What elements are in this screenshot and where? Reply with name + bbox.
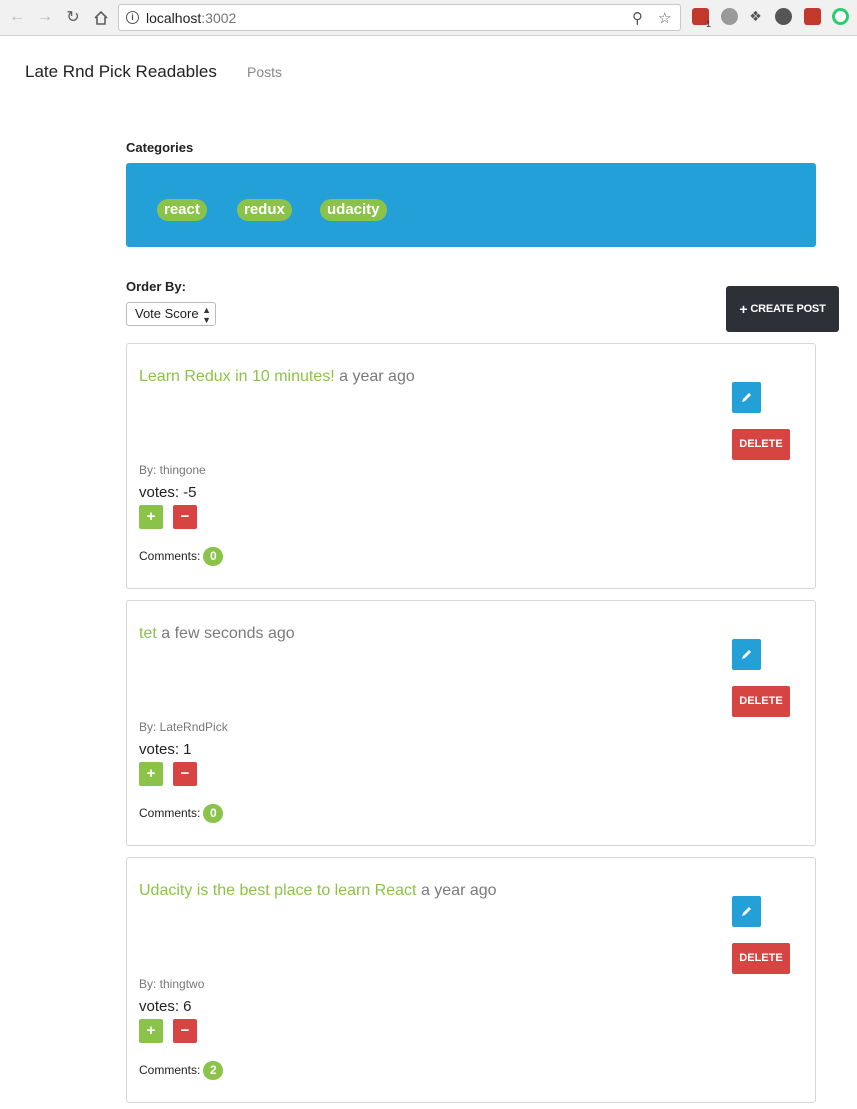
pencil-icon — [742, 393, 751, 402]
categories-panel — [126, 163, 816, 247]
extension-photo-icon[interactable] — [804, 8, 821, 25]
downvote-button[interactable]: − — [173, 762, 197, 786]
post-card: Learn Redux in 10 minutes! a year ago DE… — [126, 343, 816, 589]
forward-arrow-icon[interactable]: → — [34, 6, 56, 28]
create-post-button[interactable]: + CREATE POST — [726, 286, 839, 332]
vote-controls: + − — [139, 762, 219, 786]
post-card: tet a few seconds ago DELETE By: LateRnd… — [126, 600, 816, 846]
comments-count-badge[interactable]: 0 — [203, 547, 224, 566]
post-time: a few seconds ago — [161, 625, 295, 642]
comments-label: Comments: — [139, 1063, 201, 1077]
pencil-icon — [742, 907, 751, 916]
back-arrow-icon[interactable]: ← — [6, 6, 28, 28]
post-time: a year ago — [339, 368, 415, 385]
downvote-button[interactable]: − — [173, 1019, 197, 1043]
extension-dropbox-icon[interactable]: ❖ — [747, 8, 764, 25]
post-author: By: thingone — [139, 463, 206, 477]
reload-icon[interactable]: ↻ — [62, 6, 84, 28]
comments-label: Comments: — [139, 806, 201, 820]
post-votes: votes: 1 — [139, 741, 192, 758]
order-by-value: Vote Score — [135, 306, 199, 321]
post-author: By: LateRndPick — [139, 720, 228, 734]
vote-controls: + − — [139, 1019, 219, 1043]
downvote-button[interactable]: − — [173, 505, 197, 529]
extension-calendar-icon[interactable]: 1 — [692, 8, 711, 29]
post-title-link[interactable]: tet — [139, 625, 157, 642]
post-card: Udacity is the best place to learn React… — [126, 857, 816, 1103]
pencil-icon — [742, 650, 751, 659]
category-pill-redux[interactable]: redux — [237, 199, 292, 221]
post-comments: Comments: 2 — [139, 1061, 224, 1080]
post-title-line: Learn Redux in 10 minutes! a year ago — [139, 368, 699, 386]
url-text: localhost:3002 — [146, 10, 237, 26]
address-bar[interactable]: i localhost:3002 ⚲ ☆ — [118, 4, 681, 31]
categories-heading: Categories — [126, 140, 194, 155]
post-title-link[interactable]: Learn Redux in 10 minutes! — [139, 368, 335, 385]
delete-post-button[interactable]: DELETE — [732, 429, 790, 460]
home-icon[interactable] — [90, 6, 112, 28]
post-time: a year ago — [420, 882, 497, 899]
vote-controls: + − — [139, 505, 219, 529]
post-author: By: thingtwo — [139, 977, 205, 991]
browser-toolbar: ← → ↻ i localhost:3002 ⚲ ☆ 1 ❖ — [0, 0, 857, 36]
extension-ring-icon[interactable] — [832, 8, 849, 25]
upvote-button[interactable]: + — [139, 762, 163, 786]
edit-post-button[interactable] — [732, 639, 761, 670]
post-title-line: tet a few seconds ago — [139, 625, 699, 643]
extension-circle-icon[interactable] — [775, 8, 792, 25]
post-votes: votes: -5 — [139, 484, 197, 501]
post-title-line: Udacity is the best place to learn React… — [139, 882, 559, 900]
bookmark-star-icon[interactable]: ☆ — [658, 9, 671, 27]
delete-post-button[interactable]: DELETE — [732, 943, 790, 974]
nav-posts-link[interactable]: Posts — [247, 64, 282, 80]
order-by-label: Order By: — [126, 279, 186, 294]
extension-mail-icon[interactable] — [721, 8, 738, 25]
category-pill-udacity[interactable]: udacity — [320, 199, 387, 221]
create-post-label: CREATE POST — [750, 303, 826, 315]
comments-count-badge[interactable]: 0 — [203, 804, 224, 823]
post-comments: Comments: 0 — [139, 547, 224, 566]
post-comments: Comments: 0 — [139, 804, 224, 823]
post-votes: votes: 6 — [139, 998, 192, 1015]
edit-post-button[interactable] — [732, 382, 761, 413]
edit-post-button[interactable] — [732, 896, 761, 927]
info-icon[interactable]: i — [126, 11, 139, 24]
comments-label: Comments: — [139, 549, 201, 563]
upvote-button[interactable]: + — [139, 505, 163, 529]
category-pill-react[interactable]: react — [157, 199, 207, 221]
plus-icon: + — [739, 301, 748, 317]
app-brand[interactable]: Late Rnd Pick Readables — [25, 62, 217, 82]
select-arrows-icon: ▲ ▼ — [202, 305, 211, 325]
comments-count-badge[interactable]: 2 — [203, 1061, 224, 1080]
delete-post-button[interactable]: DELETE — [732, 686, 790, 717]
upvote-button[interactable]: + — [139, 1019, 163, 1043]
zoom-icon[interactable]: ⚲ — [632, 9, 643, 27]
order-by-select[interactable]: Vote Score ▲ ▼ — [126, 302, 216, 326]
post-title-link[interactable]: Udacity is the best place to learn React — [139, 882, 416, 899]
